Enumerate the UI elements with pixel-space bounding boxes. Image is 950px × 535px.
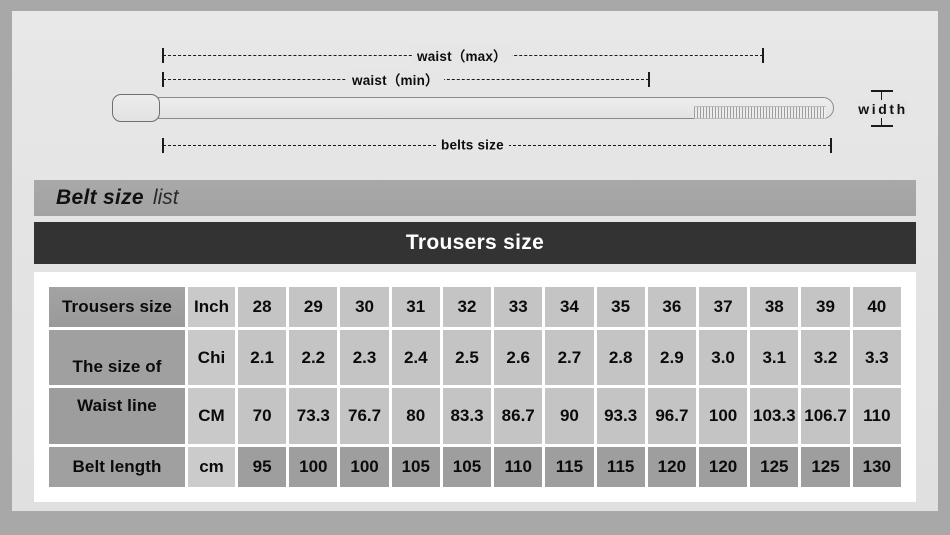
table-cell: 105 xyxy=(442,447,492,487)
belt-buckle xyxy=(112,94,160,122)
table-cell: 40 xyxy=(852,287,901,327)
table-cell: 36 xyxy=(647,287,696,327)
size-table-container: Trousers size Inch 28 29 30 31 32 33 34 … xyxy=(34,272,916,502)
size-chart-image: waist（max） waist（min） width belts size B… xyxy=(0,0,950,535)
size-table: Trousers size Inch 28 29 30 31 32 33 34 … xyxy=(46,284,904,490)
trousers-size-banner: Trousers size xyxy=(34,222,916,264)
row-label: The size of xyxy=(49,329,185,386)
dim-label-width-text: width xyxy=(858,100,908,118)
table-cell: 83.3 xyxy=(442,388,492,445)
table-cell: 2.7 xyxy=(545,329,594,386)
table-cell: 76.7 xyxy=(340,388,389,445)
table-cell: 39 xyxy=(801,287,850,327)
table-cell: 86.7 xyxy=(494,388,543,445)
dim-cap-right xyxy=(830,137,832,153)
table-cell: 100 xyxy=(698,388,748,445)
belt-strap xyxy=(158,97,834,119)
table-cell: 103.3 xyxy=(750,388,799,445)
dimension-width: width xyxy=(840,89,926,129)
table-cell: 90 xyxy=(545,388,594,445)
belt-diagram: waist（max） waist（min） width belts size xyxy=(12,11,938,174)
dim-cap-right xyxy=(648,71,650,87)
dim-label-waist-max: waist（max） xyxy=(412,45,512,65)
table-cell: 106.7 xyxy=(801,388,850,445)
table-cell: 34 xyxy=(545,287,594,327)
table-cell: 3.3 xyxy=(852,329,901,386)
table-cell: 125 xyxy=(801,447,850,487)
table-cell: 105 xyxy=(391,447,440,487)
table-cell: 33 xyxy=(494,287,543,327)
row-unit: CM xyxy=(188,388,235,445)
dim-label-belts-size: belts size xyxy=(436,137,509,153)
table-cell: 110 xyxy=(494,447,543,487)
table-cell: 37 xyxy=(698,287,748,327)
table-cell: 31 xyxy=(391,287,440,327)
belt-size-list-header: Belt size list xyxy=(34,180,916,216)
belt-size-list-title-light: list xyxy=(152,186,179,209)
table-cell: 120 xyxy=(647,447,696,487)
table-cell: 28 xyxy=(238,287,287,327)
table-row: Waist line CM 70 73.3 76.7 80 83.3 86.7 … xyxy=(49,388,901,445)
table-cell: 3.2 xyxy=(801,329,850,386)
table-row: The size of Chi 2.1 2.2 2.3 2.4 2.5 2.6 … xyxy=(49,329,901,386)
table-cell: 70 xyxy=(238,388,287,445)
dim-cap-right xyxy=(762,47,764,63)
dimension-waist-min: waist（min） xyxy=(162,69,650,89)
table-cell: 95 xyxy=(238,447,287,487)
table-cell: 100 xyxy=(289,447,338,487)
content-panel: waist（max） waist（min） width belts size B… xyxy=(12,11,938,511)
table-cell: 115 xyxy=(545,447,594,487)
table-cell: 96.7 xyxy=(647,388,696,445)
table-cell: 3.1 xyxy=(750,329,799,386)
table-cell: 2.4 xyxy=(391,329,440,386)
dim-label-width: width xyxy=(840,100,926,118)
table-cell: 2.9 xyxy=(647,329,696,386)
dimension-waist-max: waist（max） xyxy=(162,45,764,65)
table-cell: 2.2 xyxy=(289,329,338,386)
table-cell: 35 xyxy=(596,287,645,327)
row-unit: Inch xyxy=(188,287,235,327)
belt-illustration xyxy=(112,94,834,122)
table-cell: 2.5 xyxy=(442,329,492,386)
table-cell: 3.0 xyxy=(698,329,748,386)
row-unit: cm xyxy=(188,447,235,487)
table-cell: 93.3 xyxy=(596,388,645,445)
table-cell: 2.8 xyxy=(596,329,645,386)
size-table-body: Trousers size Inch 28 29 30 31 32 33 34 … xyxy=(49,287,901,487)
table-cell: 30 xyxy=(340,287,389,327)
table-cell: 32 xyxy=(442,287,492,327)
row-unit: Chi xyxy=(188,329,235,386)
table-cell: 2.1 xyxy=(238,329,287,386)
table-cell: 120 xyxy=(698,447,748,487)
table-cell: 2.3 xyxy=(340,329,389,386)
table-cell: 115 xyxy=(596,447,645,487)
width-tick-bottom xyxy=(871,125,893,127)
table-cell: 125 xyxy=(750,447,799,487)
dimension-belts-size: belts size xyxy=(162,137,832,153)
table-row: Belt length cm 95 100 100 105 105 110 11… xyxy=(49,447,901,487)
trousers-size-banner-title: Trousers size xyxy=(405,231,545,254)
table-cell: 2.6 xyxy=(494,329,543,386)
table-row: Trousers size Inch 28 29 30 31 32 33 34 … xyxy=(49,287,901,327)
width-tick-top xyxy=(871,90,893,92)
table-cell: 29 xyxy=(289,287,338,327)
row-label: Belt length xyxy=(49,447,185,487)
table-cell: 38 xyxy=(750,287,799,327)
table-cell: 100 xyxy=(340,447,389,487)
table-cell: 130 xyxy=(852,447,901,487)
table-cell: 80 xyxy=(391,388,440,445)
table-cell: 110 xyxy=(852,388,901,445)
dim-label-waist-min: waist（min） xyxy=(347,69,444,89)
belt-holes xyxy=(694,106,826,119)
belt-size-list-title-bold: Belt size xyxy=(56,186,144,209)
table-cell: 73.3 xyxy=(289,388,338,445)
row-label: Waist line xyxy=(49,388,185,445)
row-label: Trousers size xyxy=(49,287,185,327)
